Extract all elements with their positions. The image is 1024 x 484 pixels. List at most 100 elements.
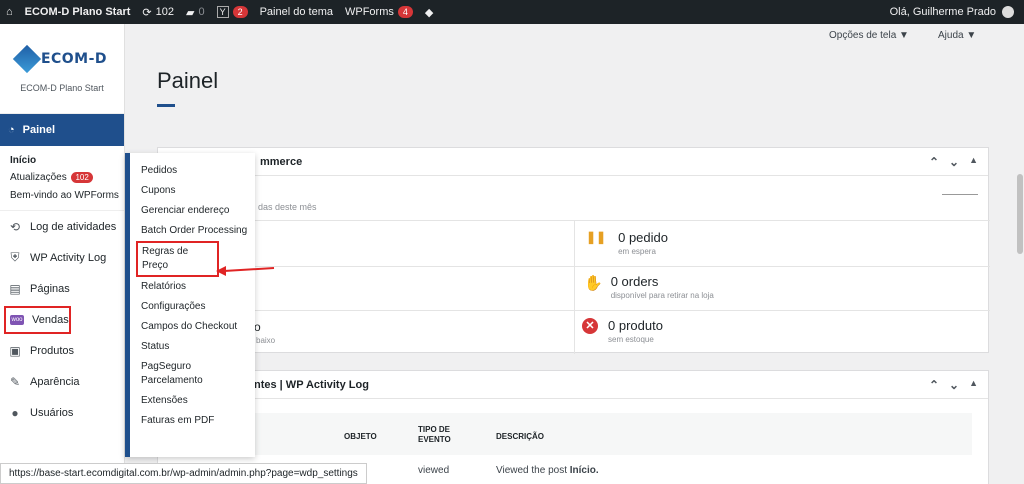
sidebar-item-aparencia[interactable]: ✎ Aparência [0, 366, 124, 397]
stat-stock-number: 0 produto [608, 318, 663, 333]
table-header: OBJETO TIPO DE EVENTO DESCRIÇÃO [244, 413, 972, 455]
sparkline [942, 194, 978, 195]
sidebar-item-vendas[interactable]: woo Vendas [0, 304, 124, 335]
flyout-item-relatorios[interactable]: Relatórios [130, 277, 255, 297]
diamond-icon[interactable]: ◆ [419, 0, 439, 24]
refresh-icon: ⟳ [142, 6, 152, 19]
user-menu[interactable]: Olá, Guilherme Prado [890, 6, 1024, 18]
row-desc-link[interactable]: Início. [570, 465, 599, 476]
flyout-item-enderecos[interactable]: Gerenciar endereço [130, 201, 255, 221]
woo-icon: woo [10, 314, 24, 325]
toggle-icon[interactable]: ▲ [969, 378, 978, 392]
comments-count: 0 [198, 6, 205, 18]
stat-pickup[interactable]: ✋ 0 orders disponível para retirar na lo… [584, 274, 714, 300]
admin-bar: ⌂ ECOM-D Plano Start ⟳ 102 ▰ 0 Y 2 Paine… [0, 0, 1024, 24]
flyout-item-cupons[interactable]: Cupons [130, 181, 255, 201]
pause-icon: ❚❚ [586, 230, 607, 244]
comment-icon: ▰ [185, 6, 195, 19]
theme-panel-link[interactable]: Painel do tema [254, 0, 339, 24]
vendas-highlight-box: woo Vendas [4, 305, 71, 334]
dashboard-icon: ◔ [8, 124, 15, 136]
yoast-badge: 2 [232, 6, 248, 18]
month-sales-text: das deste mês [258, 202, 317, 212]
flyout-item-batch[interactable]: Batch Order Processing [130, 221, 255, 241]
sidebar-item-produtos[interactable]: ▣ Produtos [0, 335, 124, 366]
logo-icon [12, 44, 42, 73]
panel-header: ntes | WP Activity Log ⌃ ⌄ ▲ [158, 371, 988, 399]
stat-pickup-label: disponível para retirar na loja [610, 291, 714, 300]
yoast-link[interactable]: Y 2 [211, 0, 254, 24]
submenu-inicio[interactable]: Início [10, 152, 124, 169]
brush-icon: ✎ [9, 374, 21, 389]
scrollbar[interactable] [1016, 24, 1024, 484]
yoast-icon: Y [216, 6, 229, 18]
sidebar-item-label: Aparência [30, 375, 80, 388]
sidebar-item-label: Páginas [30, 282, 70, 295]
sidebar-item-paginas[interactable]: ▤ Páginas [0, 273, 124, 304]
stat-out-of-stock[interactable]: ✕ 0 produto sem estoque [582, 318, 663, 344]
flyout-item-status[interactable]: Status [130, 337, 255, 357]
flyout-item-pedidos[interactable]: Pedidos [130, 161, 255, 181]
stat-stock-label: sem estoque [608, 335, 654, 344]
chevron-down-icon[interactable]: ⌄ [949, 378, 959, 392]
sidebar-item-label: Vendas [32, 313, 69, 326]
home-icon[interactable]: ⌂ [0, 0, 19, 24]
hand-icon: ✋ [584, 275, 603, 292]
chevron-up-icon[interactable]: ⌃ [929, 378, 939, 392]
submenu-atualizacoes[interactable]: Atualizações 102 [10, 169, 124, 186]
pages-icon: ▤ [9, 281, 21, 296]
sidebar-item-wp-activity-log[interactable]: ⛨ WP Activity Log [0, 242, 124, 273]
wpforms-badge: 4 [397, 6, 413, 18]
stat-pickup-number: 0 orders [610, 274, 659, 289]
stat-pending-number: 0 pedido [618, 230, 668, 245]
col-objeto: OBJETO [344, 432, 377, 441]
annotation-arrow [216, 266, 275, 276]
avatar [1002, 6, 1014, 18]
plan-name: ECOM-D Plano Start [20, 82, 104, 93]
title-underline [157, 104, 175, 107]
row-event-type: viewed [418, 465, 450, 476]
sidebar-item-label: Produtos [30, 344, 75, 357]
greeting: Olá, Guilherme Prado [889, 6, 996, 18]
flyout-item-pagseguro[interactable]: PagSeguro Parcelamento [130, 357, 255, 391]
screen-options-button[interactable]: Opções de tela ▼ [829, 30, 909, 41]
flyout-item-regras-preco[interactable]: Regras de Preço [136, 241, 219, 277]
updates-count: 102 [155, 6, 174, 18]
updates-link[interactable]: ⟳ 102 [136, 0, 180, 24]
sidebar: ECOM-D ECOM-D Plano Start ◔ Painel Iníci… [0, 24, 125, 484]
toggle-icon[interactable]: ▲ [969, 155, 978, 169]
sidebar-item-usuarios[interactable]: ● Usuários [0, 397, 124, 428]
page-title: Painel [157, 68, 219, 93]
wpforms-link[interactable]: WPForms 4 [339, 0, 419, 24]
sidebar-item-painel[interactable]: ◔ Painel [0, 114, 124, 146]
logo-area: ECOM-D ECOM-D Plano Start [0, 24, 124, 114]
wpforms-label: WPForms [344, 6, 394, 18]
flyout-item-campos-checkout[interactable]: Campos do Checkout [130, 317, 255, 337]
chevron-down-icon[interactable]: ⌄ [949, 155, 959, 169]
chevron-up-icon[interactable]: ⌃ [929, 155, 939, 169]
sidebar-item-label: WP Activity Log [30, 251, 107, 264]
left-stat-fragment: o [254, 320, 261, 334]
sidebar-menu: ⟲ Log de atividades ⛨ WP Activity Log ▤ … [0, 211, 124, 428]
flyout-item-faturas[interactable]: Faturas em PDF [130, 411, 255, 431]
x-circle-icon: ✕ [582, 318, 598, 334]
panel-title: mmerce [260, 155, 303, 168]
submenu-label: Atualizações [10, 172, 67, 183]
sidebar-item-label: Log de atividades [30, 220, 117, 233]
left-stat-sub-fragment: baixo [256, 336, 276, 345]
flyout-item-extensoes[interactable]: Extensões [130, 391, 255, 411]
user-icon: ● [11, 405, 19, 420]
flyout-item-configuracoes[interactable]: Configurações [130, 297, 255, 317]
col-tipo: TIPO DE EVENTO [418, 425, 451, 444]
site-name-link[interactable]: ECOM-D Plano Start [19, 0, 137, 24]
comments-link[interactable]: ▰ 0 [180, 0, 211, 24]
panel-header: mmerce ⌃ ⌄ ▲ [158, 148, 988, 176]
help-button[interactable]: Ajuda ▼ [938, 30, 976, 41]
row-desc-text: Viewed the post [496, 465, 567, 476]
stat-pending[interactable]: ❚❚ 0 pedido em espera [586, 230, 668, 256]
updates-badge: 102 [71, 172, 93, 183]
panel-title: ntes | WP Activity Log [254, 378, 369, 391]
sidebar-item-log[interactable]: ⟲ Log de atividades [0, 211, 124, 242]
submenu-bemvindo[interactable]: Bem-vindo ao WPForms [10, 186, 124, 206]
scrollbar-thumb[interactable] [1017, 174, 1023, 254]
